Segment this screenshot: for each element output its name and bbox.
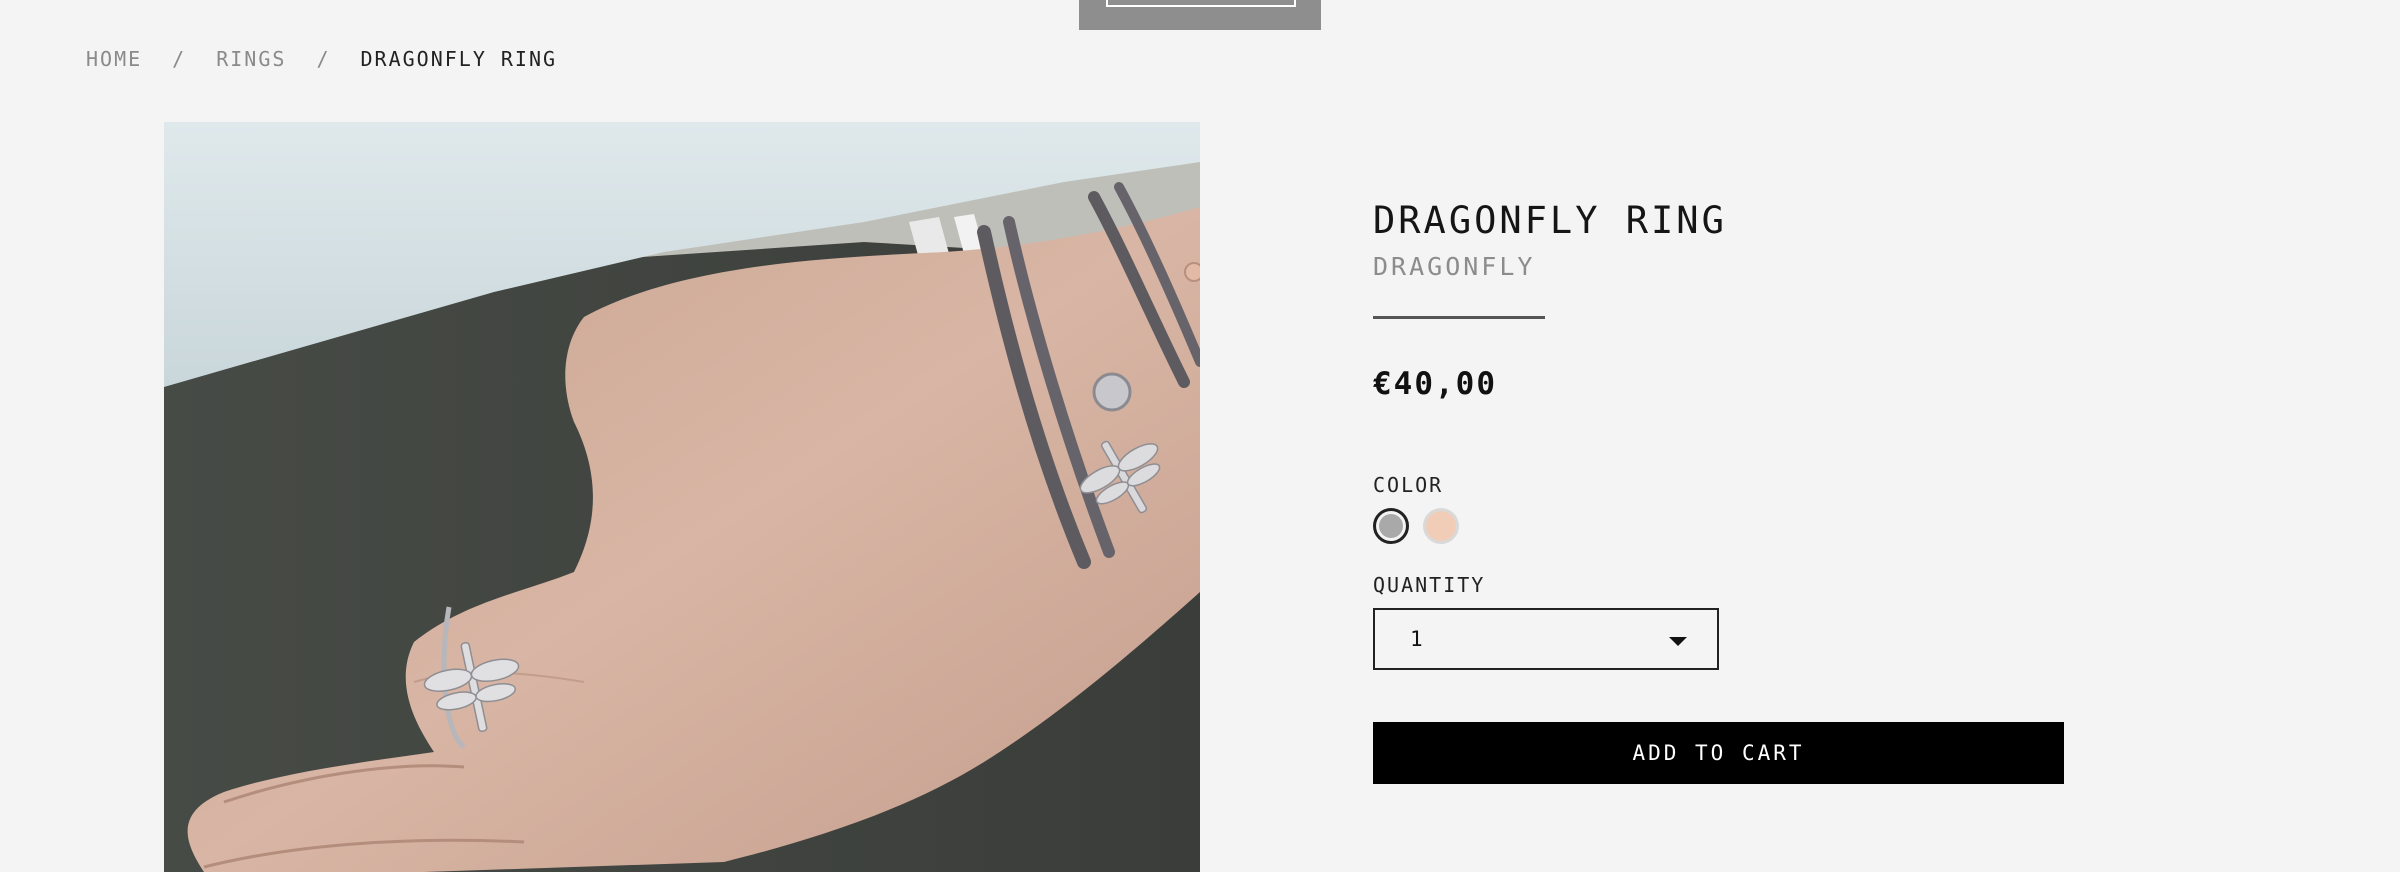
color-label: COLOR [1373,473,1444,497]
breadcrumb-separator: / [316,47,331,71]
product-page: HOME / RINGS / DRAGONFLY RING DRAGONFLY … [0,0,2400,872]
quantity-label: QUANTITY [1373,573,1486,597]
quantity-value: 1 [1410,627,1423,651]
breadcrumb-current: DRAGONFLY RING [360,47,558,71]
breadcrumb: HOME / RINGS / DRAGONFLY RING [86,47,557,71]
color-swatch-rose[interactable] [1423,508,1459,544]
product-price: €40,00 [1373,366,1497,402]
header-logo-tab[interactable] [1079,0,1321,30]
logo-frame [1106,0,1296,7]
breadcrumb-separator: / [172,47,187,71]
product-photo-illustration [164,122,1200,872]
breadcrumb-rings[interactable]: RINGS [216,47,286,71]
title-divider [1373,316,1545,319]
quantity-select[interactable]: 1 [1373,608,1719,670]
product-info: DRAGONFLY RING DRAGONFLY €40,00 COLOR QU… [1373,196,2073,784]
chevron-down-icon [1669,637,1687,646]
add-to-cart-button[interactable]: ADD TO CART [1373,722,2064,784]
product-image[interactable] [164,122,1200,872]
product-collection[interactable]: DRAGONFLY [1373,250,2073,284]
color-swatches [1373,508,2073,544]
color-swatch-silver[interactable] [1373,508,1409,544]
breadcrumb-home[interactable]: HOME [86,47,142,71]
product-title: DRAGONFLY RING [1373,199,1727,242]
